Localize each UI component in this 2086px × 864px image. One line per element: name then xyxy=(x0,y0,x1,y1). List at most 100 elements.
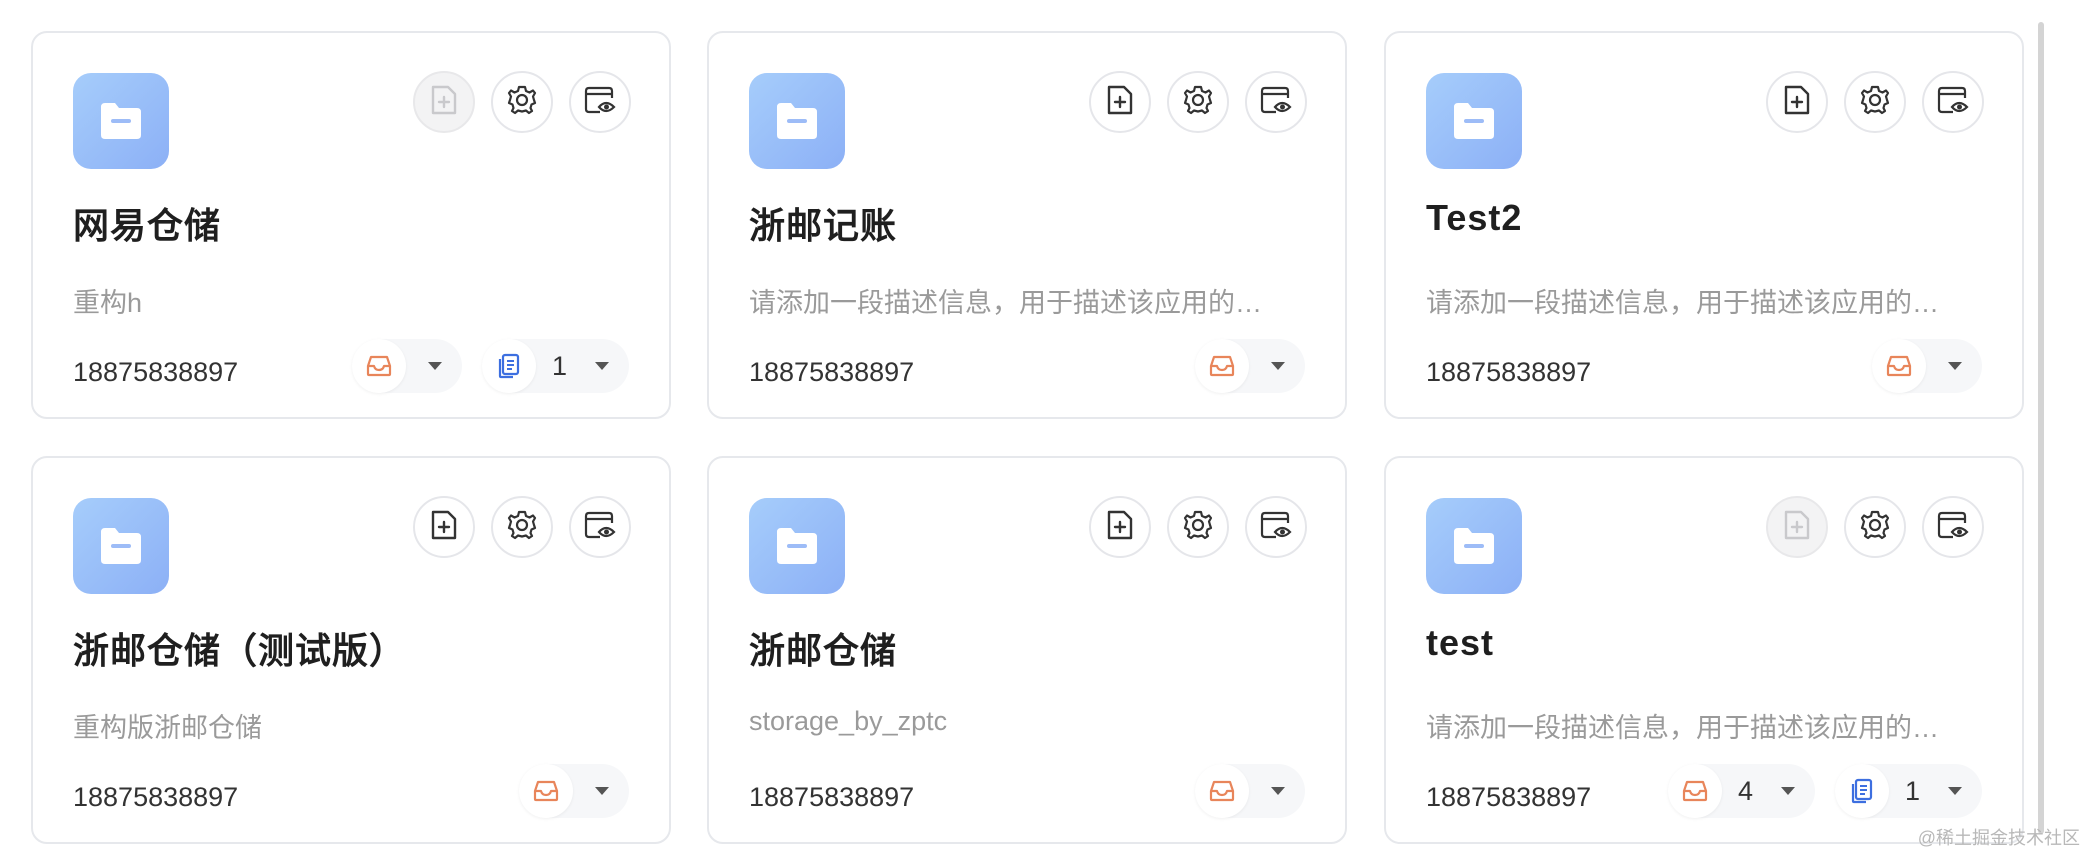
app-card-grid: 网易仓储 重构h 18875838897 1 浙邮记账 请添加一段描述信息，用于描述该应用… xyxy=(0,0,2086,864)
card-owner: 18875838897 xyxy=(749,782,915,812)
caret-down-icon[interactable] xyxy=(1271,787,1285,795)
preview-window-icon xyxy=(1259,84,1293,121)
inbox-dropdown[interactable] xyxy=(1195,764,1305,818)
caret-down-icon[interactable] xyxy=(1948,787,1962,795)
card-description: 重构版浙邮仓储 xyxy=(73,713,262,743)
inbox-dropdown[interactable]: 4 xyxy=(1667,764,1815,818)
card-title[interactable]: 网易仓储 xyxy=(73,197,221,249)
settings-button[interactable] xyxy=(1844,496,1906,558)
folder-icon xyxy=(749,498,845,594)
settings-button[interactable] xyxy=(491,71,553,133)
card-actions xyxy=(413,496,631,558)
preview-button[interactable] xyxy=(1922,71,1984,133)
app-card[interactable]: test 请添加一段描述信息，用于描述该应用的… 18875838897 4 1 xyxy=(1384,456,2024,844)
document-dropdown[interactable]: 1 xyxy=(1834,764,1982,818)
inbox-dropdown[interactable] xyxy=(1195,339,1305,393)
vertical-scrollbar[interactable] xyxy=(2038,22,2044,834)
settings-button[interactable] xyxy=(1167,71,1229,133)
document-icon xyxy=(481,339,536,393)
card-description: 请添加一段描述信息，用于描述该应用的… xyxy=(749,288,1262,318)
gear-icon xyxy=(1182,509,1214,546)
inbox-icon xyxy=(519,764,573,818)
preview-button[interactable] xyxy=(1245,496,1307,558)
card-actions xyxy=(1089,496,1307,558)
settings-button[interactable] xyxy=(1844,71,1906,133)
caret-down-icon[interactable] xyxy=(1271,362,1285,370)
preview-button[interactable] xyxy=(569,71,631,133)
card-description: 请添加一段描述信息，用于描述该应用的… xyxy=(1426,288,1939,318)
preview-button[interactable] xyxy=(1922,496,1984,558)
caret-down-icon[interactable] xyxy=(1780,787,1795,795)
gear-icon xyxy=(506,509,538,546)
card-owner: 18875838897 xyxy=(1426,782,1592,812)
preview-button[interactable] xyxy=(1245,71,1307,133)
gear-icon xyxy=(1182,84,1214,121)
preview-window-icon xyxy=(583,84,617,121)
gear-icon xyxy=(1859,84,1891,121)
create-button xyxy=(413,71,475,133)
app-card[interactable]: 网易仓储 重构h 18875838897 1 xyxy=(31,31,671,419)
watermark: @稀土掘金技术社区 xyxy=(1917,828,2080,848)
create-button[interactable] xyxy=(1089,496,1151,558)
folder-icon xyxy=(1426,73,1522,169)
inbox-dropdown[interactable] xyxy=(1872,339,1982,393)
add-file-icon xyxy=(1782,509,1812,546)
settings-button[interactable] xyxy=(491,496,553,558)
app-card[interactable]: 浙邮仓储 storage_by_zptc 18875838897 xyxy=(707,456,1347,844)
card-title[interactable]: Test2 xyxy=(1426,197,1522,239)
create-button[interactable] xyxy=(1089,71,1151,133)
settings-button[interactable] xyxy=(1167,496,1229,558)
inbox-icon xyxy=(1872,339,1926,393)
gear-icon xyxy=(1859,509,1891,546)
create-button[interactable] xyxy=(1766,71,1828,133)
add-file-icon xyxy=(1105,84,1135,121)
preview-window-icon xyxy=(583,509,617,546)
add-file-icon xyxy=(429,509,459,546)
inbox-icon xyxy=(351,339,406,393)
folder-icon xyxy=(749,73,845,169)
document-dropdown[interactable]: 1 xyxy=(481,339,629,393)
card-pills xyxy=(519,764,629,818)
card-actions xyxy=(1766,71,1984,133)
inbox-icon xyxy=(1195,764,1249,818)
preview-window-icon xyxy=(1936,84,1970,121)
folder-icon xyxy=(1426,498,1522,594)
card-owner: 18875838897 xyxy=(749,357,915,387)
inbox-dropdown[interactable] xyxy=(519,764,629,818)
card-actions xyxy=(1766,496,1984,558)
pill-count: 1 xyxy=(551,350,567,381)
document-icon xyxy=(1834,764,1889,818)
preview-window-icon xyxy=(1259,509,1293,546)
create-button[interactable] xyxy=(413,496,475,558)
create-button xyxy=(1766,496,1828,558)
app-card[interactable]: Test2 请添加一段描述信息，用于描述该应用的… 18875838897 xyxy=(1384,31,2024,419)
inbox-dropdown[interactable] xyxy=(351,339,462,393)
preview-window-icon xyxy=(1936,509,1970,546)
caret-down-icon[interactable] xyxy=(595,362,609,370)
card-title[interactable]: 浙邮仓储（测试版） xyxy=(73,622,406,674)
card-title[interactable]: 浙邮记账 xyxy=(749,197,897,249)
app-card[interactable]: 浙邮记账请添加一段描述信息，用于描述该应用的… 18875838897 xyxy=(707,31,1347,419)
card-description: storage_by_zptc xyxy=(749,706,948,736)
card-actions xyxy=(1089,71,1307,133)
card-owner: 18875838897 xyxy=(1426,357,1592,387)
caret-down-icon[interactable] xyxy=(1948,362,1962,370)
card-owner: 18875838897 xyxy=(73,782,239,812)
card-title[interactable]: 浙邮仓储 xyxy=(749,622,897,674)
add-file-icon xyxy=(429,84,459,121)
inbox-icon xyxy=(1667,764,1722,818)
folder-icon xyxy=(73,498,169,594)
app-card[interactable]: 浙邮仓储（测试版） 重构版浙邮仓储 18875838897 xyxy=(31,456,671,844)
pill-count: 4 xyxy=(1737,775,1753,806)
card-title[interactable]: test xyxy=(1426,622,1494,664)
card-pills: 1 xyxy=(351,339,629,393)
card-pills xyxy=(1872,339,1982,393)
card-pills: 41 xyxy=(1667,764,1982,818)
inbox-icon xyxy=(1195,339,1249,393)
caret-down-icon[interactable] xyxy=(427,362,442,370)
caret-down-icon[interactable] xyxy=(595,787,609,795)
card-pills xyxy=(1195,764,1305,818)
add-file-icon xyxy=(1105,509,1135,546)
folder-icon xyxy=(73,73,169,169)
preview-button[interactable] xyxy=(569,496,631,558)
